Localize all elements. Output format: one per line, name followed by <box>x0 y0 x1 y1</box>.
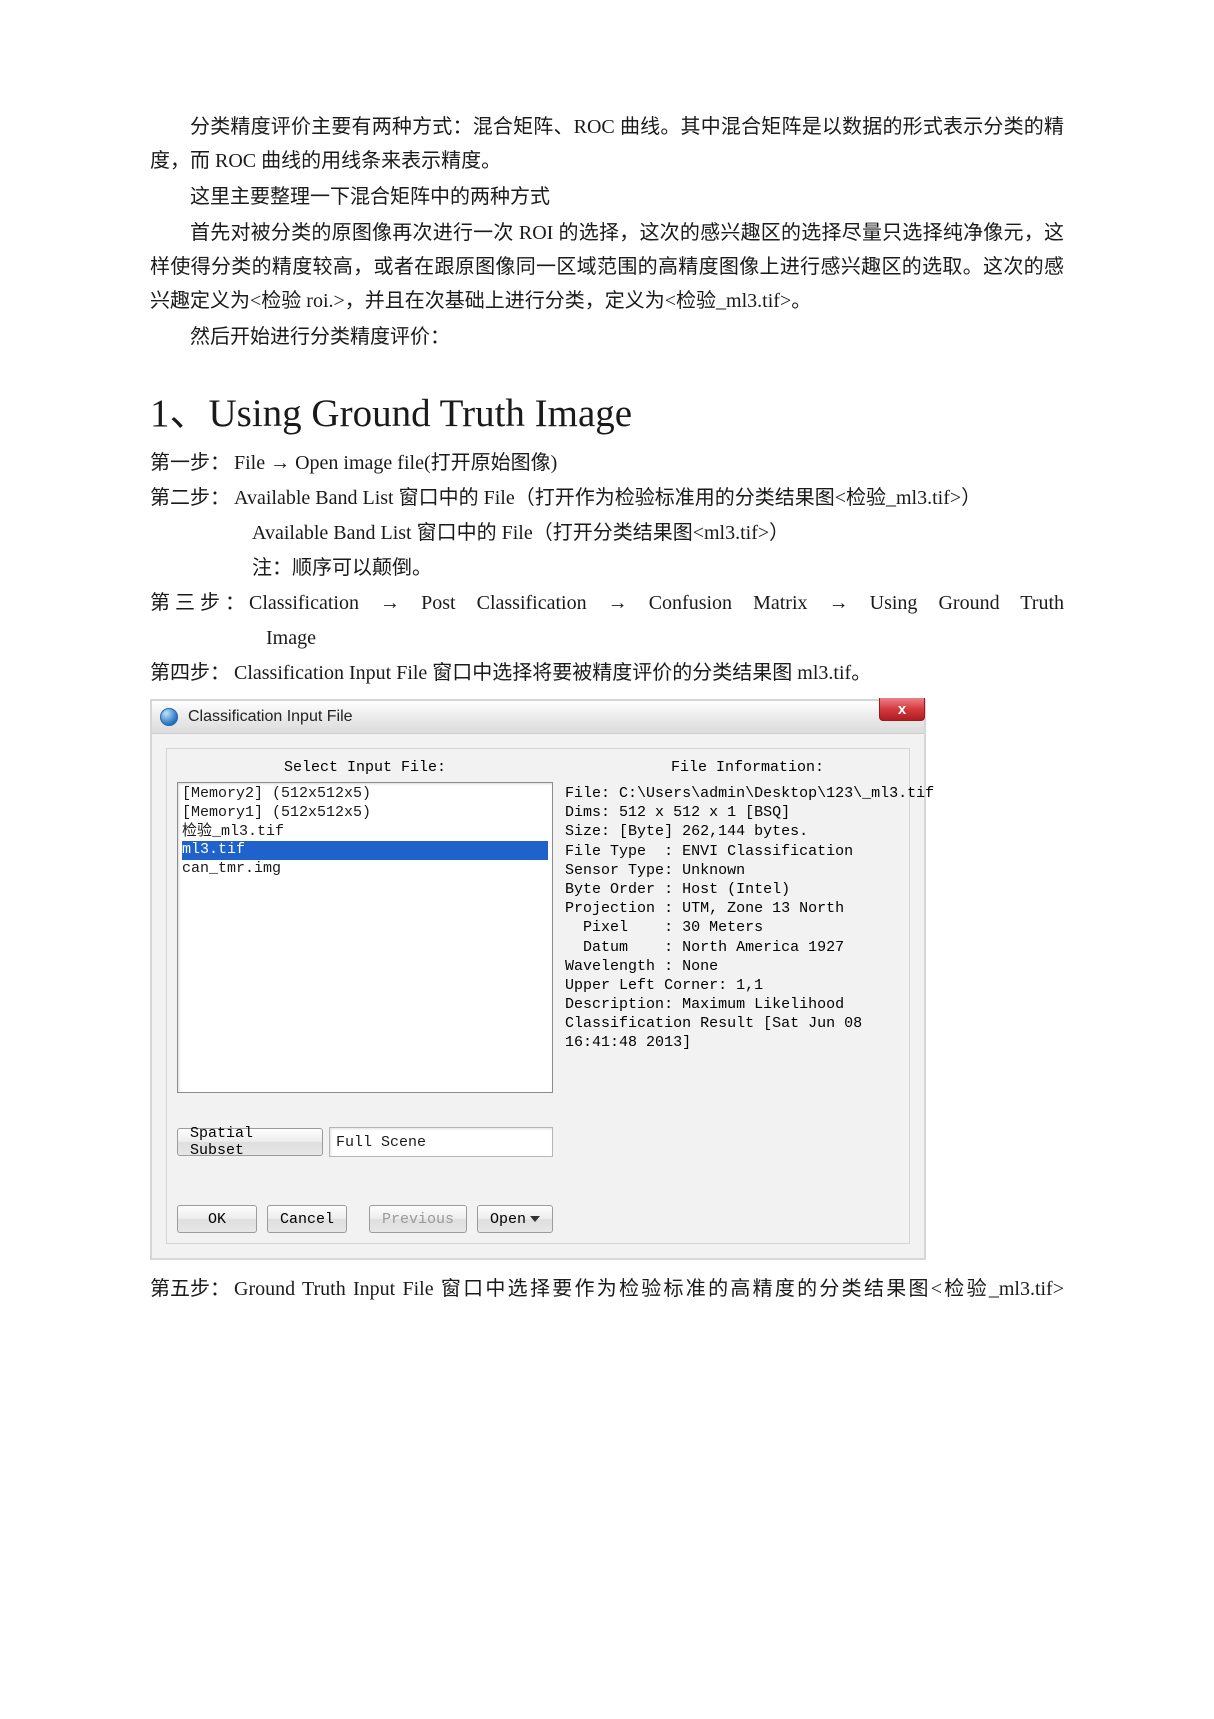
spatial-subset-button[interactable]: Spatial Subset <box>177 1128 323 1156</box>
step-body: File → Open image file(打开原始图像) <box>234 448 1064 479</box>
step-label: 第二步： <box>150 483 230 514</box>
step-label: 第四步： <box>150 658 230 689</box>
list-item[interactable]: [Memory2] (512x512x5) <box>182 785 548 804</box>
step-body: Classification → Post Classification → C… <box>249 588 1064 619</box>
dialog-classification-input-file: Classification Input File x Select Input… <box>150 699 926 1260</box>
step-subline: Image <box>266 623 1064 654</box>
list-item-selected[interactable]: ml3.tif <box>182 841 548 860</box>
close-button[interactable]: x <box>879 698 925 721</box>
step-label: 第 三 步 ： <box>150 588 245 619</box>
previous-button: Previous <box>369 1205 467 1233</box>
dialog-body: Select Input File: [Memory2] (512x512x5)… <box>152 734 924 1258</box>
select-input-file-label: Select Input File: <box>177 759 553 776</box>
file-listbox[interactable]: [Memory2] (512x512x5) [Memory1] (512x512… <box>177 782 553 1093</box>
envi-logo-icon <box>160 708 178 726</box>
step-subline: Available Band List 窗口中的 File（打开分类结果图<ml… <box>252 518 1064 549</box>
list-item[interactable]: [Memory1] (512x512x5) <box>182 804 548 823</box>
open-label: Open <box>490 1211 526 1228</box>
close-icon: x <box>898 701 906 718</box>
step-5: 第五步： Ground Truth Input File 窗口中选择要作为检验标… <box>150 1274 1064 1305</box>
step-2: 第二步： Available Band List 窗口中的 File（打开作为检… <box>150 483 1064 514</box>
step-body: Ground Truth Input File 窗口中选择要作为检验标准的高精度… <box>234 1274 1064 1305</box>
paragraph: 首先对被分类的原图像再次进行一次 ROI 的选择，这次的感兴趣区的选择尽量只选择… <box>150 216 1064 318</box>
step-label: 第一步： <box>150 448 230 479</box>
dialog-titlebar[interactable]: Classification Input File x <box>152 701 924 734</box>
list-item[interactable]: can_tmr.img <box>182 860 548 879</box>
step-label: 第五步： <box>150 1274 230 1305</box>
list-item[interactable]: 检验_ml3.tif <box>182 823 548 842</box>
dialog-inner-panel: Select Input File: [Memory2] (512x512x5)… <box>166 748 910 1244</box>
file-information-text: File: C:\Users\admin\Desktop\123\_ml3.ti… <box>563 782 932 1055</box>
dialog-title: Classification Input File <box>188 708 353 726</box>
step-body: Classification Input File 窗口中选择将要被精度评价的分… <box>234 658 1064 689</box>
document-page: 分类精度评价主要有两种方式：混合矩阵、ROC 曲线。其中混合矩阵是以数据的形式表… <box>0 0 1214 1719</box>
file-information-label: File Information: <box>563 759 932 776</box>
ok-button[interactable]: OK <box>177 1205 257 1233</box>
paragraph: 分类精度评价主要有两种方式：混合矩阵、ROC 曲线。其中混合矩阵是以数据的形式表… <box>150 110 1064 178</box>
open-dropdown-button[interactable]: Open <box>477 1205 553 1233</box>
step-body: Available Band List 窗口中的 File（打开作为检验标准用的… <box>234 483 1064 514</box>
paragraph: 然后开始进行分类精度评价： <box>150 320 1064 354</box>
step-subline: 注：顺序可以颠倒。 <box>252 553 1064 584</box>
right-column: File Information: File: C:\Users\admin\D… <box>563 755 932 1233</box>
cancel-button[interactable]: Cancel <box>267 1205 347 1233</box>
step-4: 第四步： Classification Input File 窗口中选择将要被精… <box>150 658 1064 689</box>
paragraph: 这里主要整理一下混合矩阵中的两种方式 <box>150 180 1064 214</box>
section-heading: 1、Using Ground Truth Image <box>150 382 1064 438</box>
left-column: Select Input File: [Memory2] (512x512x5)… <box>177 755 553 1233</box>
chevron-down-icon <box>530 1216 540 1222</box>
step-1: 第一步： File → Open image file(打开原始图像) <box>150 448 1064 479</box>
step-3: 第 三 步 ： Classification → Post Classifica… <box>150 588 1064 619</box>
spatial-subset-value: Full Scene <box>329 1127 553 1157</box>
